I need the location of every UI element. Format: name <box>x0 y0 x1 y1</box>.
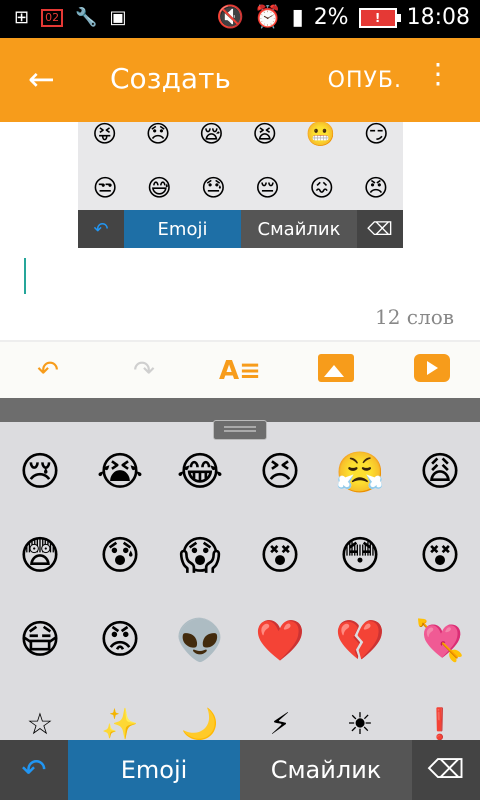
image-icon: ▣ <box>109 7 127 28</box>
emoji-key[interactable]: 💘 <box>400 617 480 664</box>
app-bar: ← Создать ОПУБ. ⋮ <box>0 38 480 122</box>
keyboard-top-border <box>0 398 480 422</box>
emoji-key[interactable]: 😰 <box>80 533 160 579</box>
keyboard-bottom-bar: ↶ Emoji Смайлик ⌫ <box>0 740 480 800</box>
backspace-icon[interactable]: ⌫ <box>412 740 480 800</box>
status-bar: ⊞ 02 🔧 ▣ 🔇 ⏰ ▮ 2% ! 18:08 <box>0 0 480 38</box>
emoji-key[interactable]: ❗ <box>400 707 480 742</box>
keyboard-undo-icon[interactable]: ↶ <box>0 740 68 800</box>
page-title: Создать <box>110 62 231 95</box>
preview-emoji: 😓 <box>200 174 226 202</box>
preview-emoji-row: 😝 😞 😪 😫 😬 😏 <box>78 122 403 148</box>
emoji-key[interactable]: 😵 <box>240 533 320 579</box>
preview-emoji-tab: Emoji <box>124 210 241 248</box>
undo-icon[interactable]: ↶ <box>18 356 78 386</box>
text-format-icon[interactable]: A≡ <box>210 356 270 386</box>
preview-smiley-tab: Смайлик <box>241 210 357 248</box>
emoji-key[interactable]: ✨ <box>80 707 160 742</box>
publish-button[interactable]: ОПУБ. <box>328 68 402 93</box>
emoji-key[interactable]: 😱 <box>160 533 240 579</box>
battery-percent: 2% <box>313 5 349 30</box>
signal-icon: ▮ <box>291 5 304 30</box>
emoji-grid: 😢 😭 😂 😣 😤 😩 😨 😰 😱 😵 😳 😵 😷 😡 👽 ❤️ 💔 💘 ☆ ✨… <box>0 430 480 766</box>
emoji-key[interactable]: 😡 <box>80 617 160 663</box>
preview-keyboard-bar: ↶ Emoji Смайлик ⌫ <box>78 210 403 248</box>
emoji-key[interactable]: 😩 <box>400 449 480 495</box>
emoji-key[interactable]: ⚡ <box>240 707 320 742</box>
mute-icon: 🔇 <box>216 5 245 30</box>
emoji-key[interactable]: ☀ <box>320 707 400 742</box>
emoji-key[interactable]: 💔 <box>320 617 400 664</box>
redo-icon[interactable]: ↷ <box>114 356 174 386</box>
preview-backspace-icon: ⌫ <box>367 218 393 240</box>
preview-emoji: 😏 <box>363 122 389 148</box>
emoji-tab[interactable]: Emoji <box>68 740 240 800</box>
emoji-row: 😢 😭 😂 😣 😤 😩 <box>0 430 480 514</box>
emoji-key[interactable]: 😣 <box>240 449 320 495</box>
emoji-row: 😷 😡 👽 ❤️ 💔 💘 <box>0 598 480 682</box>
preview-emoji: 😪 <box>198 122 224 148</box>
preview-emoji: 😞 <box>145 122 171 148</box>
alarm-icon: ⏰ <box>254 5 282 30</box>
back-arrow-icon[interactable]: ← <box>28 60 55 98</box>
preview-emoji: 😫 <box>252 122 278 148</box>
preview-emoji: 😖 <box>309 174 335 202</box>
preview-emoji-row: 😒 😅 😓 😔 😖 😠 <box>78 174 403 202</box>
editor-toolbar: ↶ ↷ A≡ <box>0 340 480 400</box>
add-icon: ⊞ <box>14 7 30 28</box>
clock: 18:08 <box>406 5 470 30</box>
sim-badge: 02 <box>41 8 64 27</box>
preview-emoji: 😔 <box>255 174 281 202</box>
emoji-key[interactable]: 😵 <box>400 533 480 579</box>
emoji-row: 😨 😰 😱 😵 😳 😵 <box>0 514 480 598</box>
emoji-key[interactable]: 😨 <box>0 533 80 579</box>
insert-video-icon[interactable] <box>402 353 462 389</box>
preview-emoji: 😝 <box>92 122 118 148</box>
preview-emoji: 😅 <box>146 174 172 202</box>
preview-emoji: 😬 <box>305 122 336 148</box>
emoji-key[interactable]: ❤️ <box>240 617 320 664</box>
emoji-key[interactable]: 😷 <box>0 617 80 663</box>
preview-undo-icon: ↶ <box>93 218 109 240</box>
wrench-icon: 🔧 <box>75 7 98 28</box>
preview-image: 😝 😞 😪 😫 😬 😏 😒 😅 😓 😔 😖 😠 ↶ Emoji Смайлик … <box>78 122 403 248</box>
smiley-tab[interactable]: Смайлик <box>240 740 412 800</box>
insert-image-icon[interactable] <box>306 353 366 389</box>
text-cursor[interactable] <box>24 258 26 294</box>
preview-emoji: 😒 <box>92 174 118 202</box>
emoji-key[interactable]: 😭 <box>80 449 160 495</box>
emoji-key[interactable]: 😤 <box>320 449 400 496</box>
emoji-key[interactable]: 👽 <box>160 617 240 664</box>
emoji-key[interactable]: 😂 <box>160 449 240 495</box>
emoji-key[interactable]: ☆ <box>0 707 80 742</box>
emoji-key[interactable]: 🌙 <box>160 707 240 742</box>
more-vert-icon[interactable]: ⋮ <box>424 60 452 88</box>
battery-icon: ! <box>358 7 401 28</box>
word-count: 12 слов <box>374 305 454 329</box>
preview-emoji: 😠 <box>363 174 389 202</box>
emoji-key[interactable]: 😳 <box>320 533 400 579</box>
emoji-key[interactable]: 😢 <box>0 449 80 495</box>
